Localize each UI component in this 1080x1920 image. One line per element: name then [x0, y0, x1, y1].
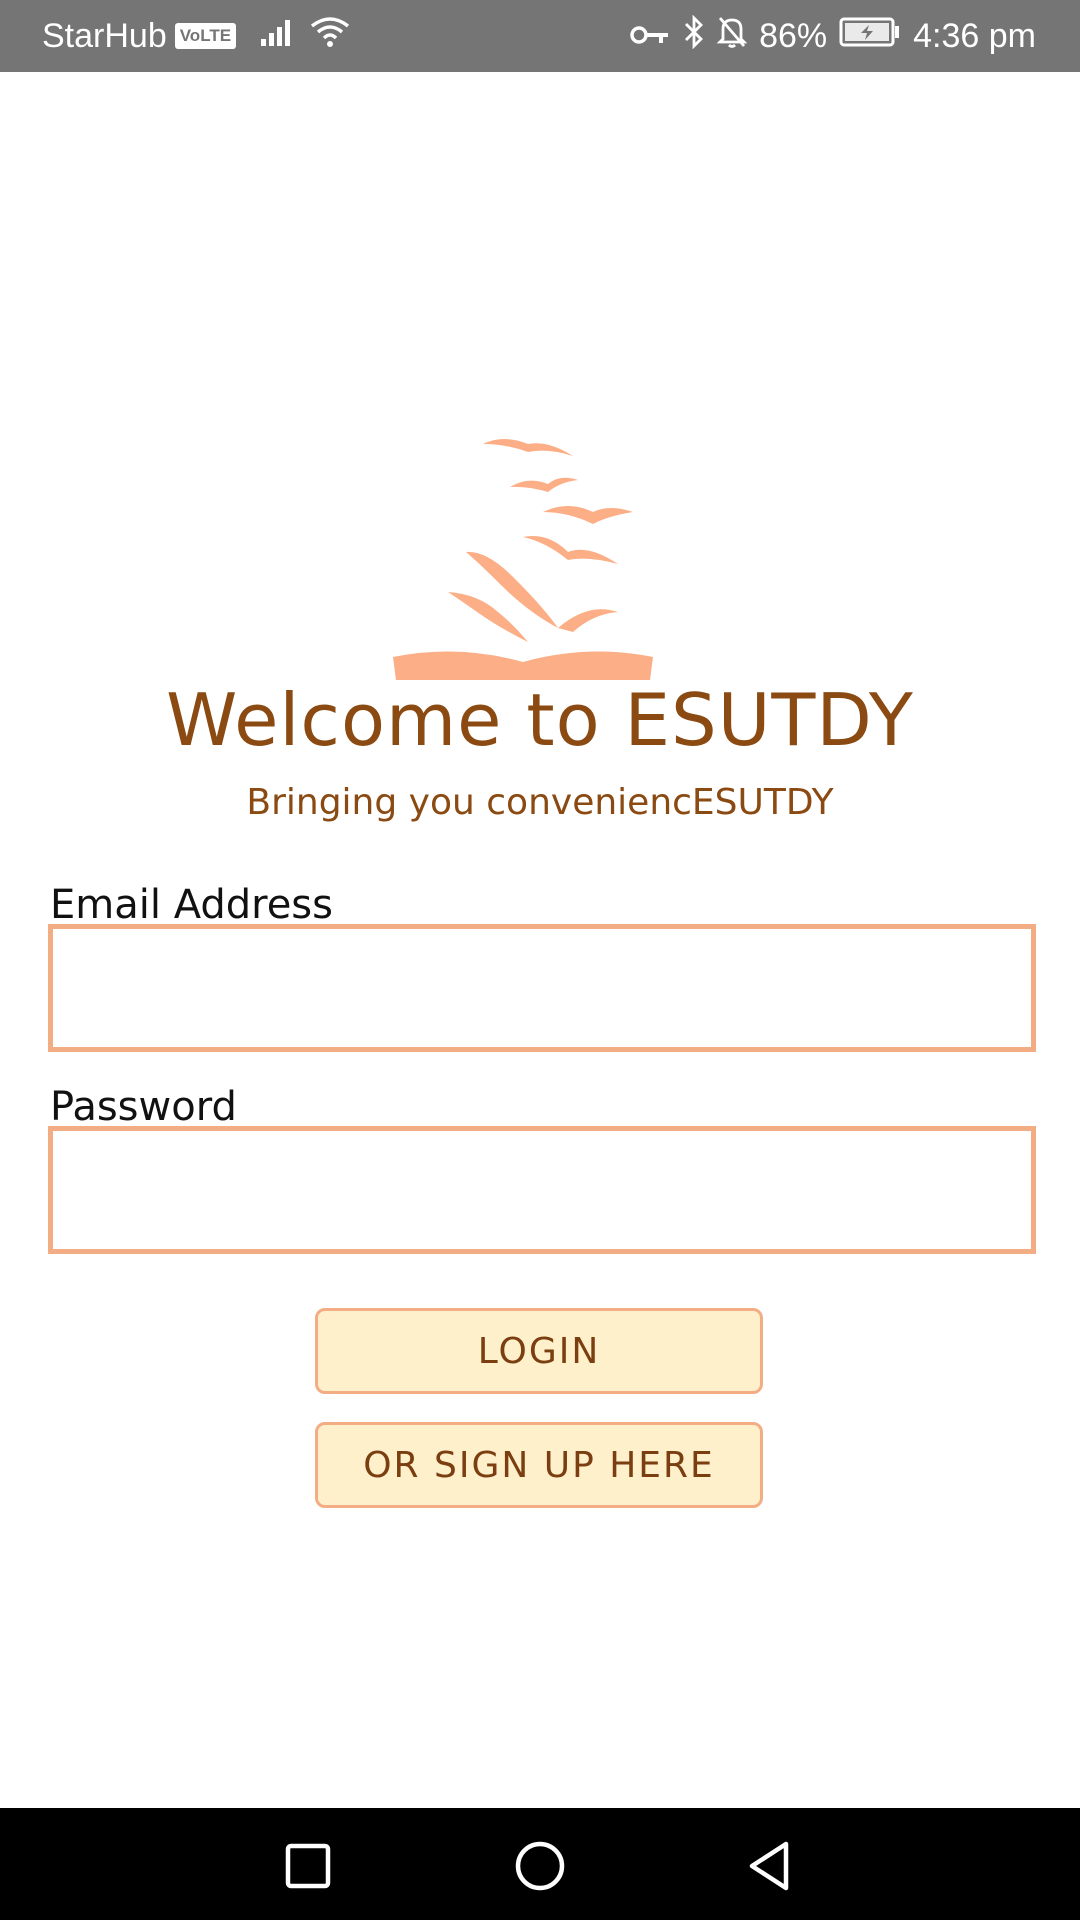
battery-charging-icon [839, 17, 901, 56]
volte-badge: VoLTE [174, 23, 237, 49]
clock: 4:36 pm [913, 16, 1036, 55]
navigation-bar [0, 1808, 1080, 1920]
carrier-name: StarHub [42, 16, 167, 55]
password-field[interactable] [48, 1126, 1036, 1254]
notifications-off-icon [716, 15, 748, 58]
page-title: Welcome to ESUTDY [166, 678, 914, 762]
home-icon[interactable] [510, 1836, 570, 1896]
battery-percent: 86% [759, 16, 828, 55]
email-label: Email Address [50, 882, 333, 928]
page-subtitle: Bringing you conveniencESUTDY [246, 782, 834, 823]
signup-button[interactable]: OR SIGN UP HERE [315, 1422, 763, 1508]
book-birds-logo [388, 432, 658, 682]
status-bar: StarHub VoLTE 86% 4:36 pm [0, 0, 1080, 72]
wifi-icon [310, 16, 350, 57]
recent-apps-icon[interactable] [278, 1836, 338, 1896]
status-bar-right: 86% 4:36 pm [629, 0, 1036, 72]
bluetooth-icon [683, 14, 705, 58]
back-icon[interactable] [740, 1836, 800, 1896]
key-icon [629, 17, 671, 56]
password-label: Password [50, 1084, 237, 1130]
status-bar-left: StarHub VoLTE [42, 0, 350, 72]
login-button[interactable]: LOGIN [315, 1308, 763, 1394]
email-field[interactable] [48, 924, 1036, 1052]
signal-icon [260, 17, 298, 56]
